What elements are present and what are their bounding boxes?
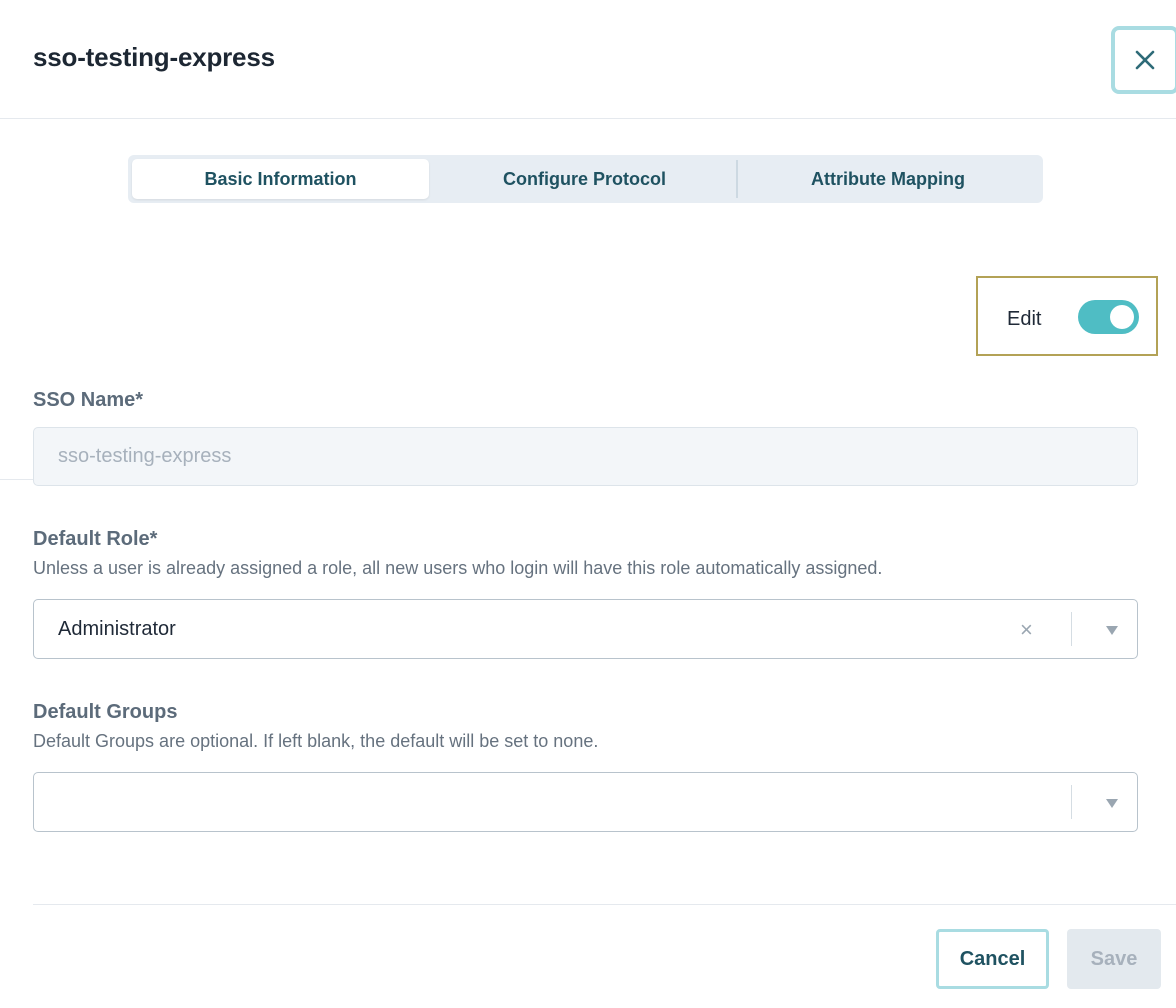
tab-attribute-mapping[interactable]: Attribute Mapping [738, 155, 1038, 203]
close-icon [1135, 50, 1155, 70]
left-divider [0, 479, 33, 480]
edit-toggle-container: Edit [976, 276, 1158, 356]
select-separator [1071, 785, 1072, 819]
cancel-button[interactable]: Cancel [936, 929, 1049, 989]
default-role-value: Administrator [58, 618, 176, 640]
tab-basic-information[interactable]: Basic Information [132, 159, 429, 199]
default-role-help: Unless a user is already assigned a role… [33, 558, 883, 578]
toggle-knob [1110, 305, 1134, 329]
edit-toggle[interactable] [1078, 300, 1139, 334]
save-button[interactable]: Save [1067, 929, 1161, 989]
default-groups-help: Default Groups are optional. If left bla… [33, 731, 599, 751]
dialog-title: sso-testing-express [33, 42, 275, 72]
chevron-down-icon[interactable] [1106, 799, 1118, 808]
edit-label: Edit [1007, 308, 1042, 330]
default-role-select[interactable]: Administrator × [33, 599, 1138, 659]
chevron-down-icon[interactable] [1106, 626, 1118, 635]
dialog-header: sso-testing-express [0, 0, 1176, 119]
default-groups-label: Default Groups [33, 701, 178, 723]
clear-icon[interactable]: × [1020, 617, 1033, 643]
sso-name-input[interactable]: sso-testing-express [33, 427, 1138, 486]
tab-configure-protocol[interactable]: Configure Protocol [433, 155, 736, 203]
select-separator [1071, 612, 1072, 646]
sso-name-label: SSO Name* [33, 389, 144, 411]
close-button[interactable] [1111, 26, 1176, 94]
tab-bar: Basic Information Configure Protocol Att… [128, 155, 1043, 203]
footer-divider [33, 904, 1176, 905]
default-groups-select[interactable] [33, 772, 1138, 832]
default-role-label: Default Role* [33, 528, 158, 550]
